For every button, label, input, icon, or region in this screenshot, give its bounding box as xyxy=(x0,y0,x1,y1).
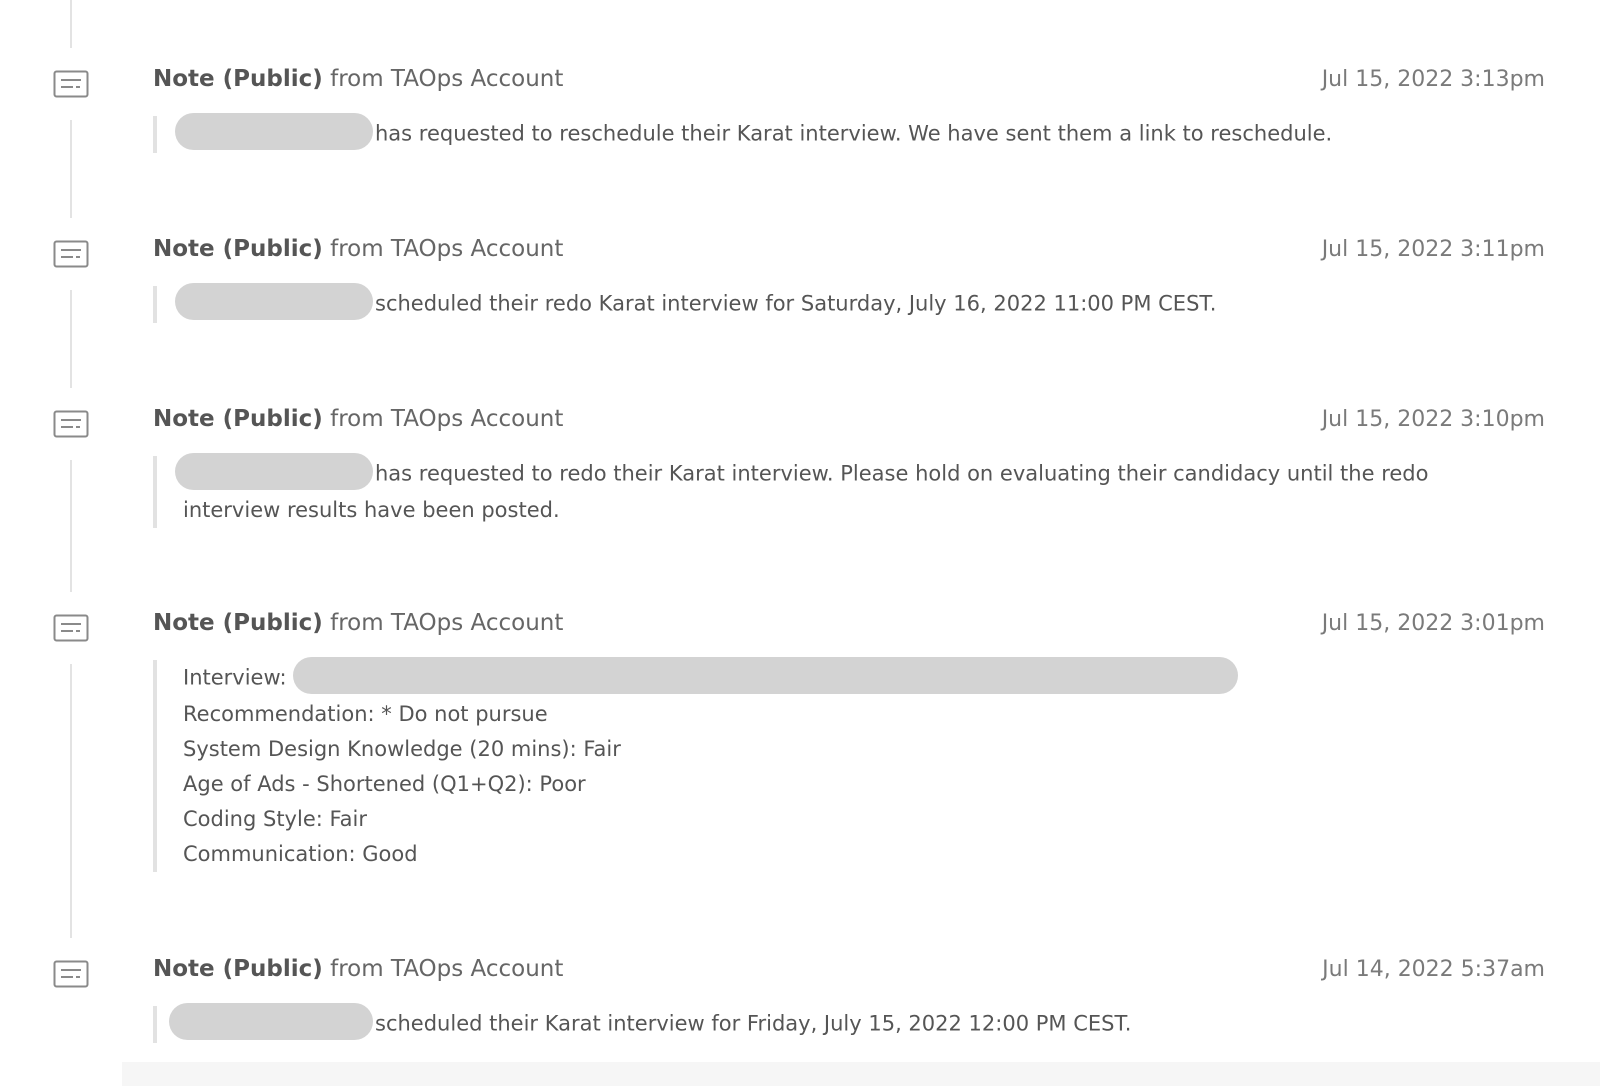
note-header: Note (Public) from TAOps Account Jul 14,… xyxy=(153,954,1545,984)
note-header: Note (Public) from TAOps Account Jul 15,… xyxy=(153,608,1545,638)
timeline-connector xyxy=(70,0,72,48)
note-icon xyxy=(53,960,89,988)
note-icon xyxy=(53,410,89,438)
note-header: Note (Public) from TAOps Account Jul 15,… xyxy=(153,64,1545,94)
note-title: Note (Public) xyxy=(153,406,323,432)
redacted-name xyxy=(169,1003,373,1040)
note-heading: Note (Public) from TAOps Account xyxy=(153,64,563,94)
note-title: Note (Public) xyxy=(153,610,323,636)
note-icon xyxy=(53,70,89,98)
note-title: Note (Public) xyxy=(153,236,323,262)
note-body: has requested to reschedule their Karat … xyxy=(153,113,1460,153)
note-author: from TAOps Account xyxy=(330,236,564,262)
note-body: scheduled their Karat interview for Frid… xyxy=(153,1003,1460,1043)
note-heading: Note (Public) from TAOps Account xyxy=(153,404,563,434)
note-text: has requested to reschedule their Karat … xyxy=(375,121,1333,146)
note-author: from TAOps Account xyxy=(330,406,564,432)
interview-line: Interview: xyxy=(183,657,1460,697)
timeline-connector xyxy=(70,664,72,938)
note-timestamp: Jul 15, 2022 3:11pm xyxy=(1321,237,1545,262)
note-body: has requested to redo their Karat interv… xyxy=(153,453,1460,528)
note-timestamp: Jul 15, 2022 3:01pm xyxy=(1321,611,1545,636)
score-line: Coding Style: Fair xyxy=(183,807,367,831)
activity-timeline: Note (Public) from TAOps Account Jul 15,… xyxy=(0,0,1600,1086)
note-author: from TAOps Account xyxy=(330,66,564,92)
note-timestamp: Jul 14, 2022 5:37am xyxy=(1322,957,1545,982)
redacted-name xyxy=(175,283,373,320)
redacted-name xyxy=(175,453,373,490)
note-heading: Note (Public) from TAOps Account xyxy=(153,954,563,984)
note-icon xyxy=(53,614,89,642)
note-heading: Note (Public) from TAOps Account xyxy=(153,234,563,264)
interview-label: Interview: xyxy=(183,665,287,690)
note-author: from TAOps Account xyxy=(330,956,564,982)
note-text: scheduled their redo Karat interview for… xyxy=(375,291,1217,316)
redacted-interview xyxy=(293,657,1239,694)
note-header: Note (Public) from TAOps Account Jul 15,… xyxy=(153,234,1545,264)
note-timestamp: Jul 15, 2022 3:13pm xyxy=(1321,67,1545,92)
redacted-name xyxy=(175,113,373,150)
note-text: scheduled their Karat interview for Frid… xyxy=(375,1011,1132,1036)
note-body: scheduled their redo Karat interview for… xyxy=(153,283,1460,323)
note-body: Interview: Recommendation: * Do not purs… xyxy=(153,657,1460,872)
note-title: Note (Public) xyxy=(153,956,323,982)
note-header: Note (Public) from TAOps Account Jul 15,… xyxy=(153,404,1545,434)
timeline-connector xyxy=(70,460,72,592)
note-title: Note (Public) xyxy=(153,66,323,92)
note-timestamp: Jul 15, 2022 3:10pm xyxy=(1321,407,1545,432)
note-author: from TAOps Account xyxy=(330,610,564,636)
recommendation-line: Recommendation: * Do not pursue xyxy=(183,702,548,726)
bottom-panel xyxy=(122,1062,1600,1086)
score-line: System Design Knowledge (20 mins): Fair xyxy=(183,737,621,761)
timeline-connector xyxy=(70,120,72,218)
timeline-connector xyxy=(70,290,72,388)
score-line: Communication: Good xyxy=(183,842,418,866)
note-icon xyxy=(53,240,89,268)
note-heading: Note (Public) from TAOps Account xyxy=(153,608,563,638)
score-line: Age of Ads - Shortened (Q1+Q2): Poor xyxy=(183,772,586,796)
